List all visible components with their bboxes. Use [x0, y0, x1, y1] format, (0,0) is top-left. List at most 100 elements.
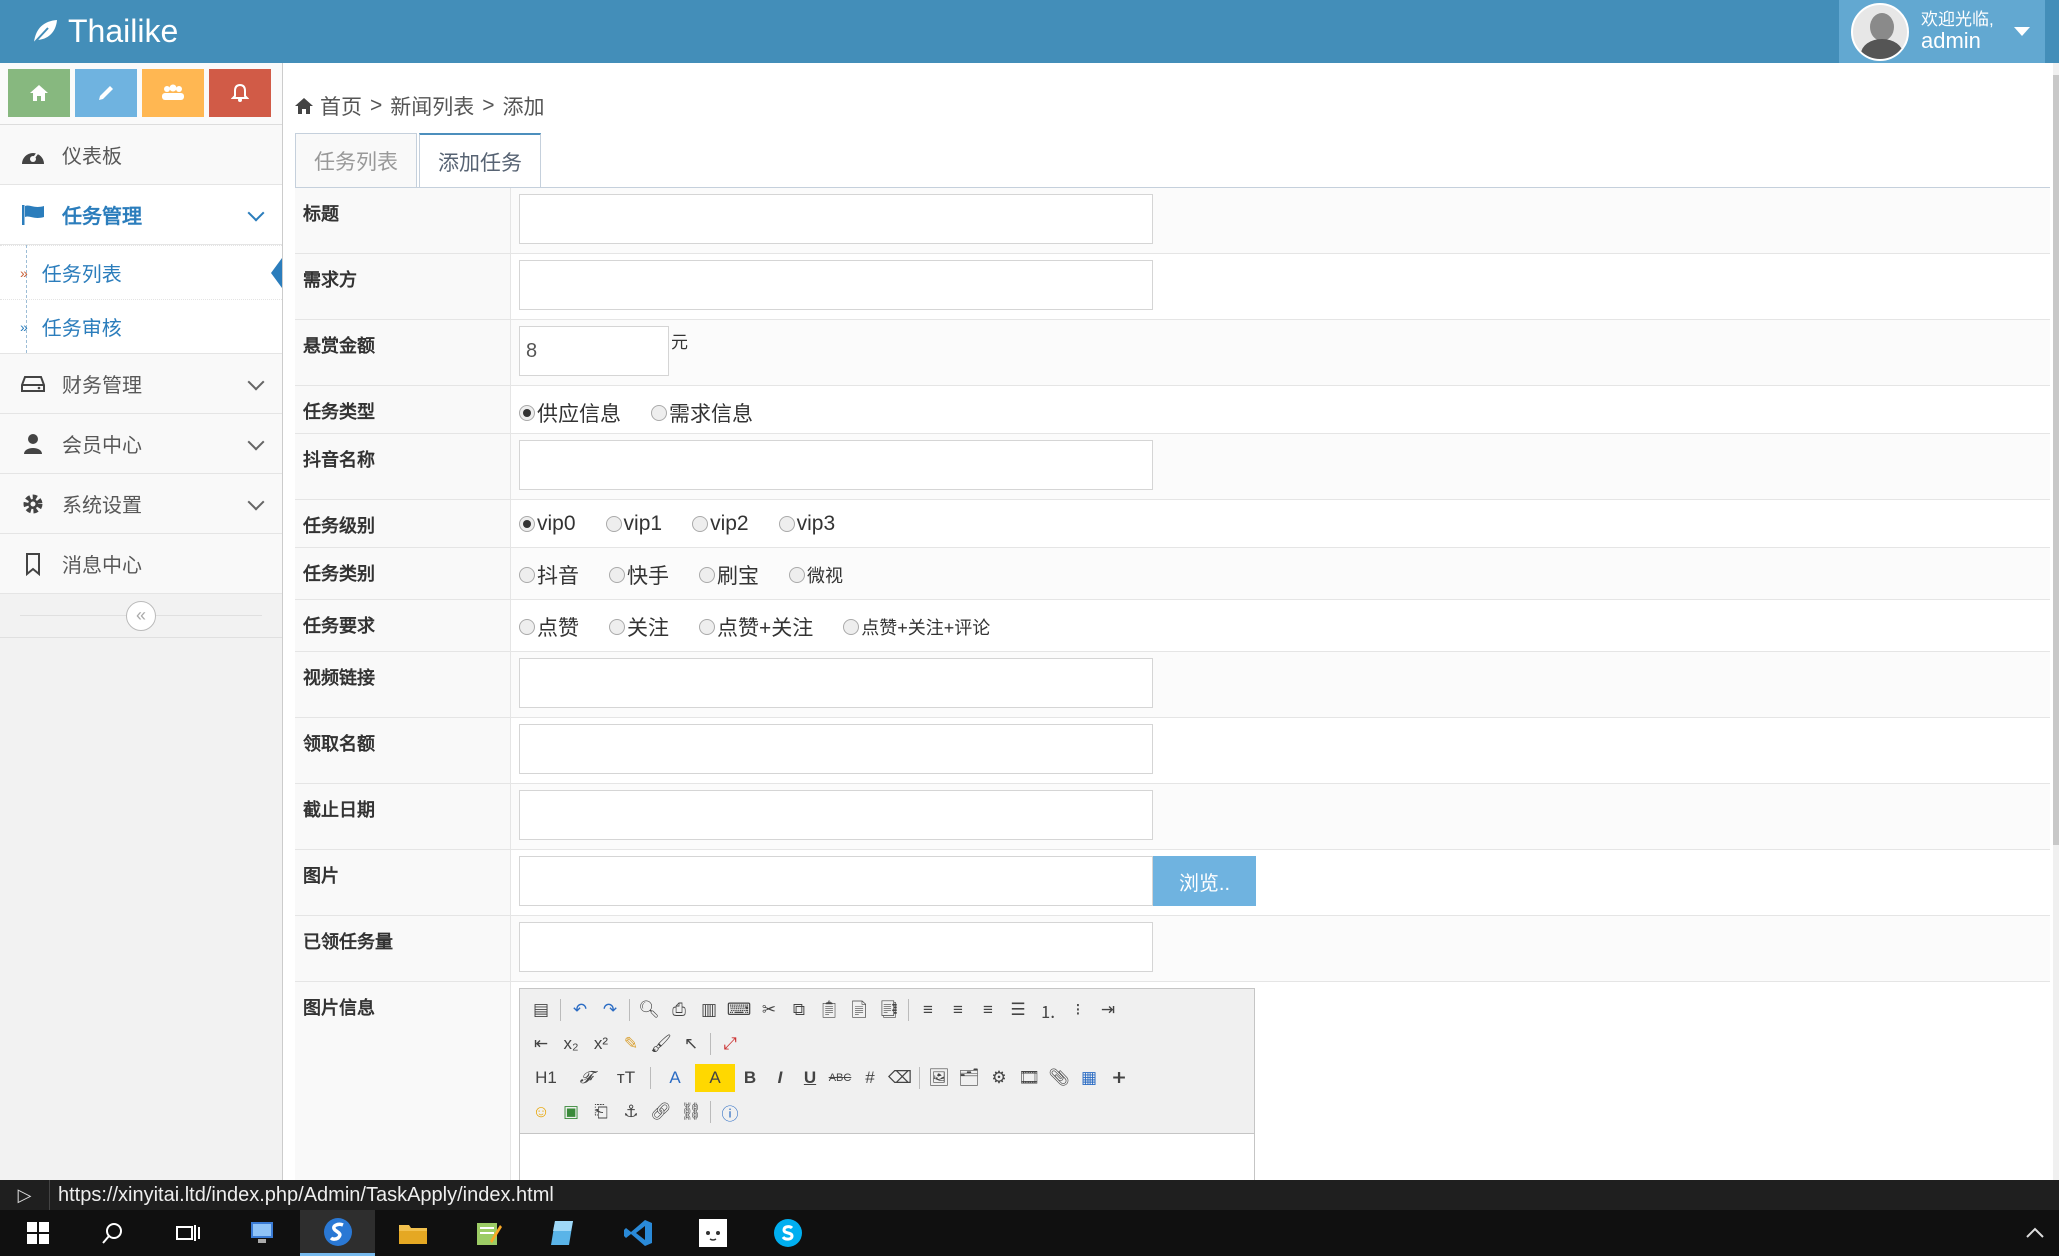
- radio[interactable]: [519, 619, 535, 635]
- radio[interactable]: [605, 516, 622, 532]
- outdent-icon[interactable]: ⇤: [526, 1030, 556, 1058]
- skype-icon[interactable]: [750, 1210, 825, 1256]
- breadcrumb-home-link[interactable]: 首页: [320, 91, 362, 121]
- template-icon[interactable]: ▥: [694, 996, 724, 1024]
- sidebar-item-messages[interactable]: 消息中心: [0, 534, 282, 594]
- shortcut-notify-button[interactable]: [209, 69, 271, 117]
- radio[interactable]: [778, 516, 795, 532]
- unordered-list-icon[interactable]: ⁝: [1063, 996, 1093, 1024]
- flash-icon[interactable]: ⚙: [984, 1064, 1014, 1092]
- windows-start-icon[interactable]: [0, 1210, 75, 1256]
- reward-input[interactable]: 8: [519, 326, 669, 376]
- ordered-list-icon[interactable]: ⒈: [1033, 996, 1063, 1024]
- require-radio-like-follow-comment[interactable]: 点赞+关注+评论: [843, 614, 990, 640]
- radio[interactable]: [699, 619, 715, 635]
- unlink-icon[interactable]: ⛓︎: [676, 1098, 706, 1126]
- browse-button[interactable]: 浏览..: [1153, 856, 1256, 906]
- video-link-input[interactable]: [519, 658, 1153, 708]
- deadline-input[interactable]: [519, 790, 1153, 840]
- sidebar-item-members[interactable]: 会员中心: [0, 414, 282, 474]
- type-radio-supply[interactable]: 供应信息: [519, 398, 621, 428]
- heading-dropdown[interactable]: H1: [526, 1064, 566, 1092]
- font-family-icon[interactable]: 𝓕: [566, 1064, 606, 1092]
- hr-icon[interactable]: ➕︎: [1104, 1064, 1134, 1092]
- subscript-icon[interactable]: x₂: [556, 1030, 586, 1058]
- cut-icon[interactable]: ✂: [754, 996, 784, 1024]
- multi-image-icon[interactable]: 🗂︎: [954, 1064, 984, 1092]
- quota-input[interactable]: [519, 724, 1153, 774]
- preview-icon[interactable]: 🔍︎: [634, 996, 664, 1024]
- douyin-name-input[interactable]: [519, 440, 1153, 490]
- emoticon-icon[interactable]: ☺: [526, 1098, 556, 1126]
- editor-content-area[interactable]: [520, 1133, 1254, 1180]
- radio[interactable]: [609, 619, 625, 635]
- superscript-icon[interactable]: x²: [586, 1030, 616, 1058]
- collapse-sidebar-button[interactable]: «: [126, 600, 156, 631]
- format-painter-icon[interactable]: 🖌︎: [646, 1030, 676, 1058]
- radio[interactable]: [651, 405, 667, 421]
- shortcut-edit-button[interactable]: [75, 69, 137, 117]
- radio[interactable]: [519, 567, 535, 583]
- source-icon[interactable]: ▤: [526, 996, 556, 1024]
- remote-desktop-icon[interactable]: [225, 1210, 300, 1256]
- task-view-icon[interactable]: [150, 1210, 225, 1256]
- play-icon[interactable]: ▷: [0, 1180, 50, 1210]
- level-radio-vip0[interactable]: vip0: [519, 512, 576, 536]
- breadcrumb-news-link[interactable]: 新闻列表: [390, 91, 474, 121]
- require-radio-follow[interactable]: 关注: [609, 612, 669, 642]
- file-explorer-icon[interactable]: [375, 1210, 450, 1256]
- level-radio-vip2[interactable]: vip2: [692, 512, 749, 536]
- radio[interactable]: [843, 619, 860, 635]
- undo-icon[interactable]: ↶: [565, 996, 595, 1024]
- notepad-icon[interactable]: [450, 1210, 525, 1256]
- radio[interactable]: [789, 567, 805, 583]
- align-left-icon[interactable]: ≡: [913, 996, 943, 1024]
- bold-button[interactable]: B: [735, 1064, 765, 1092]
- tab-task-list[interactable]: 任务列表: [295, 133, 417, 187]
- category-radio-shuabao[interactable]: 刷宝: [699, 560, 759, 590]
- table-icon[interactable]: ▦: [1074, 1064, 1104, 1092]
- underline-button[interactable]: U: [795, 1064, 825, 1092]
- italic-button[interactable]: I: [765, 1064, 795, 1092]
- level-radio-vip1[interactable]: vip1: [605, 512, 662, 536]
- radio-checked[interactable]: [519, 516, 535, 532]
- image-insert-icon[interactable]: 🖼︎: [924, 1064, 954, 1092]
- app-crystal-icon[interactable]: [525, 1210, 600, 1256]
- font-color-icon[interactable]: A: [655, 1064, 695, 1092]
- browser-icon[interactable]: [300, 1210, 375, 1256]
- scrollbar-thumb[interactable]: [2053, 75, 2059, 845]
- search-icon[interactable]: [75, 1210, 150, 1256]
- shortcut-users-button[interactable]: [142, 69, 204, 117]
- media-icon[interactable]: 🎞︎: [1014, 1064, 1044, 1092]
- type-radio-demand[interactable]: 需求信息: [651, 398, 753, 428]
- indent-icon[interactable]: ⇥: [1093, 996, 1123, 1024]
- received-count-input[interactable]: [519, 922, 1153, 972]
- tray-chevron-up-icon[interactable]: [2025, 1222, 2045, 1243]
- sidebar-item-dashboard[interactable]: 仪表板: [0, 125, 282, 185]
- attachment-icon[interactable]: 📎︎: [1044, 1064, 1074, 1092]
- tab-add-task[interactable]: 添加任务: [419, 133, 541, 188]
- paste-icon[interactable]: 📋︎: [814, 996, 844, 1024]
- paste-word-icon[interactable]: 📑︎: [874, 996, 904, 1024]
- shortcut-home-button[interactable]: [8, 69, 70, 117]
- require-radio-like[interactable]: 点赞: [519, 612, 579, 642]
- code-icon[interactable]: ⌨: [724, 996, 754, 1024]
- level-radio-vip3[interactable]: vip3: [778, 512, 835, 536]
- print-icon[interactable]: ⎙: [664, 996, 694, 1024]
- image-file-input[interactable]: [519, 856, 1153, 906]
- paste-text-icon[interactable]: 📄︎: [844, 996, 874, 1024]
- link-icon[interactable]: 🔗︎: [646, 1098, 676, 1126]
- demand-input[interactable]: [519, 260, 1153, 310]
- user-menu[interactable]: 欢迎光临, admin: [1839, 0, 2045, 63]
- category-radio-weishi[interactable]: 微视: [789, 562, 843, 588]
- align-justify-icon[interactable]: ☰: [1003, 996, 1033, 1024]
- sidebar-item-finance[interactable]: 财务管理: [0, 354, 282, 414]
- anchor-icon[interactable]: ⚓︎: [616, 1098, 646, 1126]
- pagebreak-icon[interactable]: ⎗: [586, 1098, 616, 1126]
- radio[interactable]: [609, 567, 625, 583]
- select-all-icon[interactable]: ↖: [676, 1030, 706, 1058]
- brand-logo[interactable]: Thailike: [30, 8, 178, 54]
- align-right-icon[interactable]: ≡: [973, 996, 1003, 1024]
- fullscreen-icon[interactable]: ⤢: [715, 1030, 745, 1058]
- sidebar-item-task-management[interactable]: 任务管理: [0, 185, 282, 245]
